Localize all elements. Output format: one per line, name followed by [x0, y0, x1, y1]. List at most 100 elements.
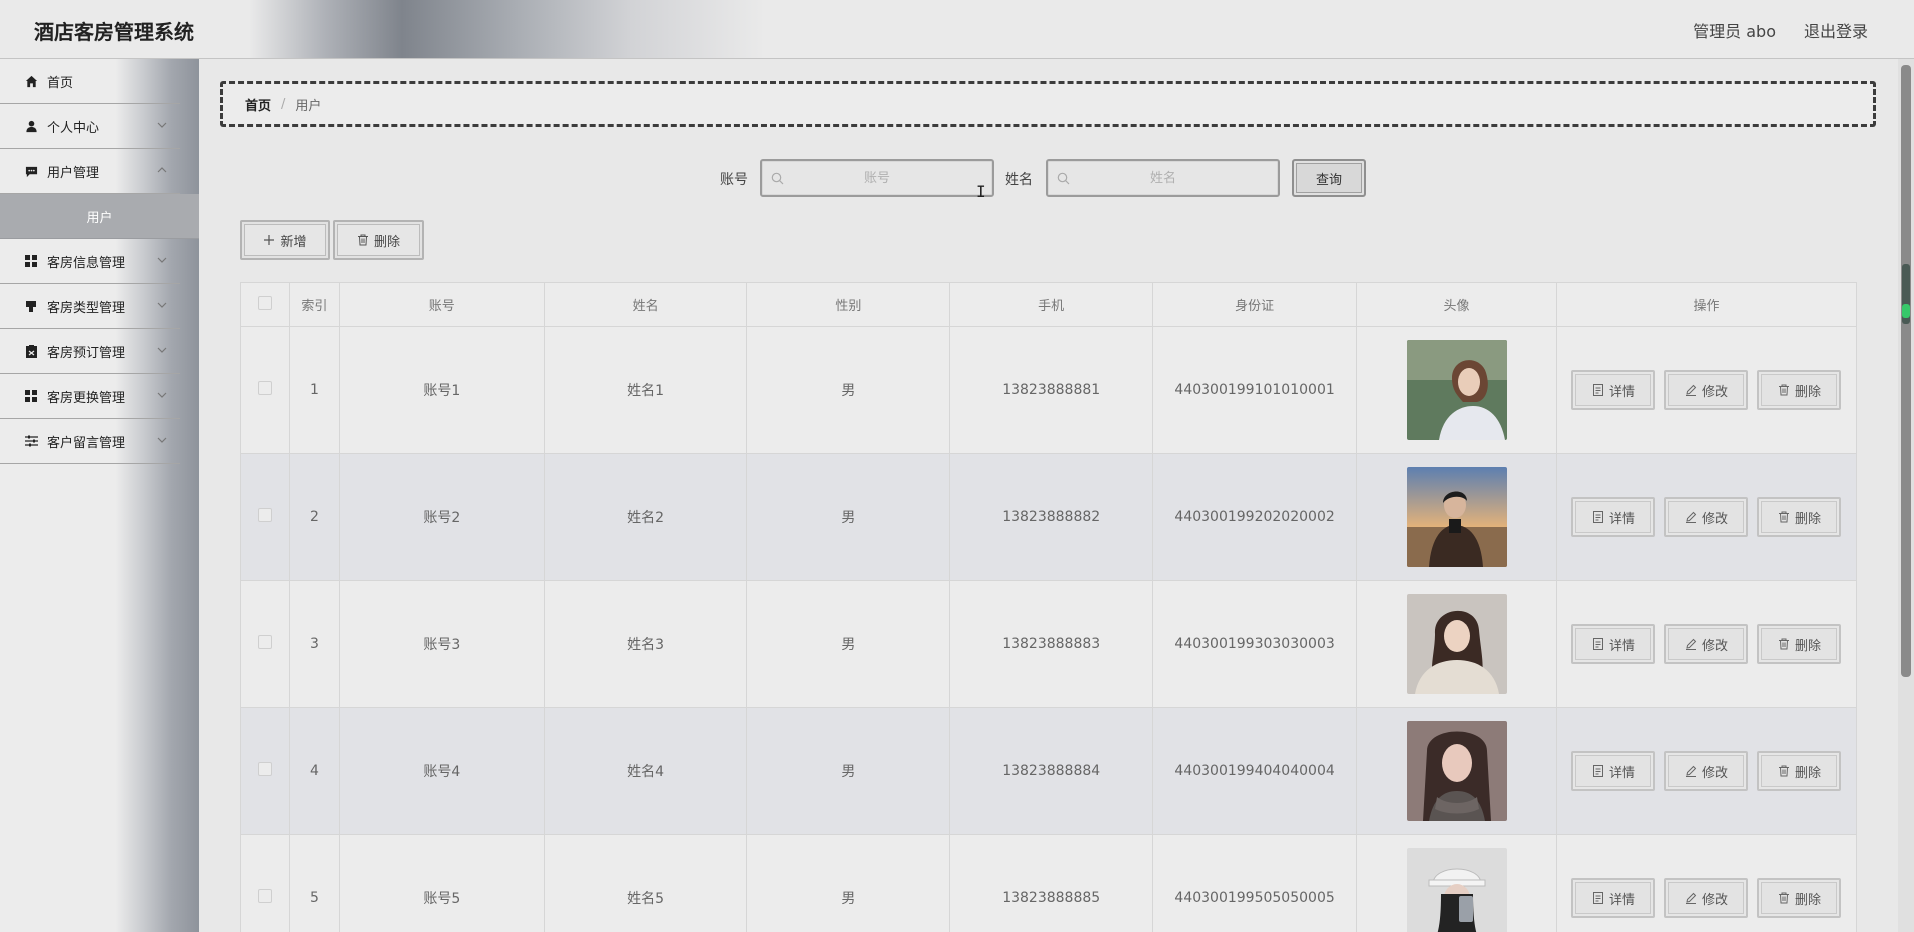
gender-cell: 男 [746, 707, 951, 835]
delete-button[interactable]: 删除 [1757, 370, 1842, 410]
detail-button[interactable]: 详情 [1571, 624, 1656, 664]
avatar[interactable] [1406, 467, 1507, 567]
chevron-down-icon [157, 302, 167, 308]
detail-button-label: 详情 [1608, 638, 1635, 654]
document-icon [1592, 765, 1603, 777]
actions-cell: 详情 修改 删除 [1555, 453, 1858, 581]
breadcrumb-current: 用户 [295, 98, 322, 114]
sidebar-item-customer-messages[interactable]: 客户留言管理 [0, 419, 180, 464]
home-icon [24, 74, 38, 88]
edit-button-label: 修改 [1701, 511, 1728, 527]
row-select-cell [240, 326, 290, 454]
account-cell: 账号5 [338, 834, 545, 932]
detail-button[interactable]: 详情 [1571, 497, 1656, 537]
sidebar-item-home[interactable]: 首页 [0, 59, 180, 104]
current-user-label[interactable]: 管理员 abo [1693, 18, 1776, 42]
id-card-cell: 440300199303030003 [1152, 580, 1358, 708]
pencil-icon [1685, 638, 1697, 650]
app-title: 酒店客房管理系统 [34, 20, 194, 44]
phone-cell: 13823888882 [949, 453, 1154, 581]
row-checkbox[interactable] [257, 381, 272, 395]
document-icon [1592, 511, 1603, 523]
delete-button[interactable]: 删除 [1757, 751, 1842, 791]
detail-button-label: 详情 [1608, 892, 1635, 908]
column-header-gender: 性别 [746, 282, 951, 327]
account-cell: 账号3 [338, 580, 545, 708]
account-search-field[interactable] [760, 159, 994, 197]
breadcrumb: 首页 / 用户 [220, 81, 1876, 127]
trash-icon [1778, 892, 1789, 904]
trash-icon [357, 234, 368, 246]
edit-button[interactable]: 修改 [1664, 370, 1749, 410]
vertical-scrollbar[interactable] [1898, 59, 1914, 932]
search-bar: 账号 姓名 查询 [0, 159, 1914, 197]
name-cell: 姓名5 [543, 834, 748, 932]
gender-cell: 男 [746, 326, 951, 454]
trash-icon [1778, 511, 1789, 523]
text-cursor-icon: I [976, 182, 986, 201]
edit-button[interactable]: 修改 [1664, 624, 1749, 664]
avatar[interactable] [1406, 721, 1507, 821]
avatar-cell [1356, 580, 1557, 708]
column-header-phone: 手机 [949, 282, 1154, 327]
sidebar-item-room-change[interactable]: 客房更换管理 [0, 374, 180, 419]
logout-link[interactable]: 退出登录 [1804, 18, 1868, 42]
breadcrumb-home-link[interactable]: 首页 [245, 95, 271, 114]
sidebar-item-label: 客房类型管理 [47, 300, 126, 316]
chevron-down-icon [157, 437, 167, 443]
avatar[interactable] [1406, 594, 1507, 694]
header-user-area: 管理员 abo 退出登录 [1693, 18, 1868, 42]
batch-delete-button[interactable]: 删除 [333, 220, 424, 260]
column-header-name: 姓名 [543, 282, 748, 327]
detail-button[interactable]: 详情 [1571, 878, 1656, 918]
add-button[interactable]: 新增 [240, 220, 330, 260]
row-checkbox[interactable] [257, 508, 272, 522]
avatar[interactable] [1406, 848, 1507, 932]
delete-button-label: 删除 [1794, 892, 1821, 908]
chevron-down-icon [157, 257, 167, 263]
query-button[interactable]: 查询 [1292, 159, 1366, 197]
id-card-cell: 440300199404040004 [1152, 707, 1358, 835]
row-checkbox[interactable] [257, 635, 272, 649]
account-search-input[interactable] [762, 161, 992, 195]
sidebar-item-personal-center[interactable]: 个人中心 [0, 104, 180, 149]
detail-button[interactable]: 详情 [1571, 751, 1656, 791]
gender-cell: 男 [746, 453, 951, 581]
delete-button[interactable]: 删除 [1757, 624, 1842, 664]
id-card-cell: 440300199202020002 [1152, 453, 1358, 581]
sidebar-item-room-type[interactable]: 客房类型管理 [0, 284, 180, 329]
chevron-down-icon [157, 347, 167, 353]
scrollbar-thumb[interactable] [1901, 65, 1911, 677]
sidebar-item-label: 个人中心 [47, 120, 100, 136]
actions-cell: 详情 修改 删除 [1555, 707, 1858, 835]
column-header-actions: 操作 [1555, 282, 1858, 327]
row-checkbox[interactable] [257, 762, 272, 776]
sidebar-item-label: 首页 [47, 75, 74, 91]
batch-delete-button-label: 删除 [373, 234, 400, 250]
edit-button[interactable]: 修改 [1664, 497, 1749, 537]
phone-cell: 13823888883 [949, 580, 1154, 708]
delete-button[interactable]: 删除 [1757, 497, 1842, 537]
edit-button[interactable]: 修改 [1664, 878, 1749, 918]
name-search-field[interactable] [1046, 159, 1280, 197]
document-icon [1592, 638, 1603, 650]
avatar-cell [1356, 326, 1557, 454]
edit-button[interactable]: 修改 [1664, 751, 1749, 791]
avatar[interactable] [1406, 340, 1507, 440]
name-search-input[interactable] [1048, 161, 1278, 195]
sidebar-subitem-users[interactable]: 用户 [0, 194, 199, 239]
row-checkbox[interactable] [257, 889, 272, 903]
account-cell: 账号1 [338, 326, 545, 454]
sidebar-item-label: 客房更换管理 [47, 390, 126, 406]
gender-cell: 男 [746, 834, 951, 932]
name-cell: 姓名2 [543, 453, 748, 581]
select-all-checkbox[interactable] [257, 295, 272, 310]
sidebar-item-room-booking[interactable]: 客房预订管理 [0, 329, 180, 374]
phone-cell: 13823888884 [949, 707, 1154, 835]
sidebar-item-room-info[interactable]: 客房信息管理 [0, 239, 180, 284]
pencil-icon [1685, 765, 1697, 777]
delete-button[interactable]: 删除 [1757, 878, 1842, 918]
detail-button[interactable]: 详情 [1571, 370, 1656, 410]
table-header-row: 索引 账号 姓名 性别 手机 身份证 头像 操作 [240, 282, 1858, 327]
row-select-cell [240, 453, 290, 581]
